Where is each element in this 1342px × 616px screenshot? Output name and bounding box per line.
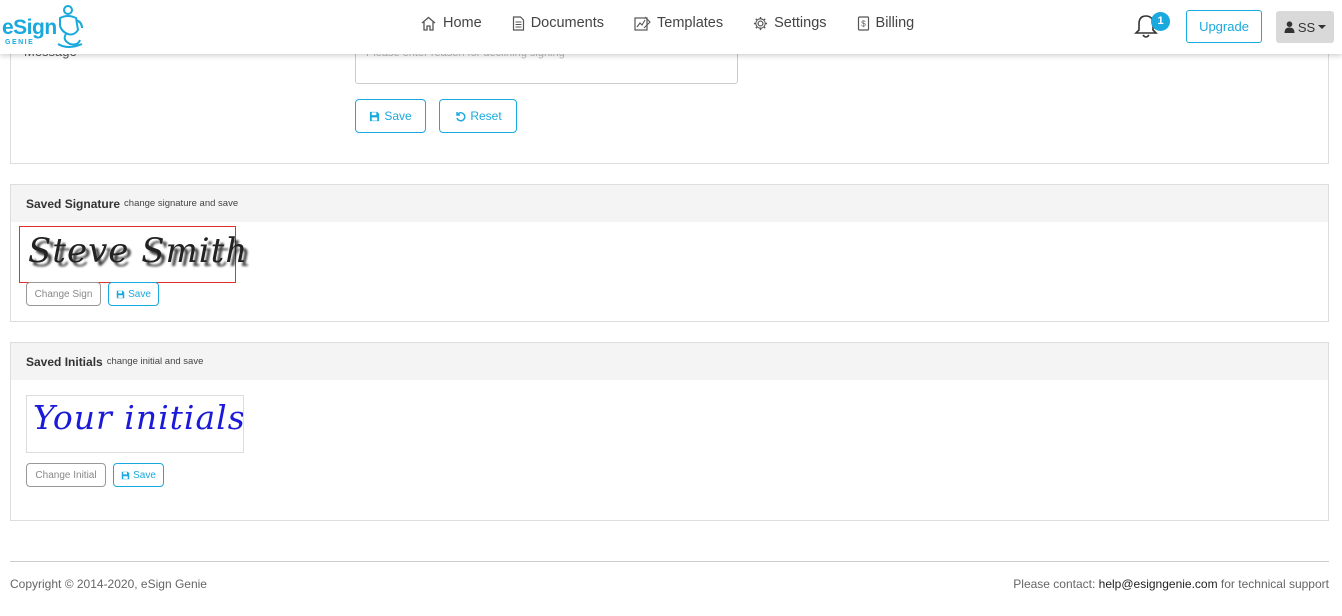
nav-templates[interactable]: Templates <box>634 15 723 31</box>
main-nav: Home Documents Templates Settings $ Bill… <box>420 0 944 46</box>
saved-initials-title: Saved Initials <box>26 354 103 369</box>
chevron-down-icon <box>1318 25 1327 29</box>
nav-documents[interactable]: Documents <box>512 15 604 31</box>
logo-text: eSign <box>2 16 57 39</box>
signature-image-text: Steve Smith <box>28 231 249 271</box>
save-signature-button[interactable]: Save <box>108 282 159 306</box>
save-signature-label: Save <box>128 288 151 300</box>
saved-initials-card: Saved Initials change initial and save Y… <box>10 342 1329 521</box>
nav-settings[interactable]: Settings <box>753 15 827 31</box>
change-sign-button[interactable]: Change Sign <box>26 282 101 306</box>
save-message-button[interactable]: Save <box>355 99 426 133</box>
nav-documents-label: Documents <box>530 15 605 31</box>
signature-preview[interactable]: Steve Smith <box>19 226 247 283</box>
gear-icon <box>754 16 768 30</box>
upgrade-button[interactable]: Upgrade <box>1186 10 1262 43</box>
initials-image-text: Your initials <box>33 398 244 437</box>
saved-initials-header: Saved Initials change initial and save <box>11 343 1328 380</box>
footer-copyright: Copyright © 2014-2020, eSign Genie <box>10 577 207 591</box>
user-initials: SS <box>1297 19 1316 35</box>
nav-billing-label: Billing <box>875 15 915 31</box>
undo-icon <box>456 112 466 122</box>
floppy-disk-icon <box>370 111 380 121</box>
saved-initials-subtitle: change initial and save <box>106 356 204 367</box>
esign-genie-logo[interactable]: eSign GENIE <box>2 4 86 50</box>
top-navbar: eSign GENIE Home Documents Templates Set… <box>0 0 1342 54</box>
change-initial-button[interactable]: Change Initial <box>26 463 106 487</box>
save-message-label: Save <box>384 109 412 123</box>
support-email-link[interactable]: help@esigngenie.com <box>1099 577 1218 591</box>
home-icon <box>421 16 436 31</box>
footer-contact-suffix: for technical support <box>1217 577 1329 591</box>
nav-home[interactable]: Home <box>420 15 482 31</box>
nav-billing[interactable]: $ Billing <box>857 15 915 31</box>
user-menu-button[interactable]: SS <box>1276 11 1334 43</box>
footer-contact: Please contact: help@esigngenie.com for … <box>1013 577 1329 591</box>
reset-button[interactable]: Reset <box>439 99 517 133</box>
notification-badge: 1 <box>1151 12 1170 31</box>
reset-label: Reset <box>470 109 502 123</box>
svg-text:$: $ <box>861 19 866 28</box>
user-icon <box>1284 21 1295 33</box>
save-initial-label: Save <box>133 469 156 481</box>
initials-preview[interactable]: Your initials <box>26 395 244 453</box>
templates-icon <box>634 16 651 31</box>
nav-settings-label: Settings <box>774 15 827 31</box>
logo-subtext: GENIE <box>5 39 35 46</box>
floppy-disk-icon <box>121 471 130 479</box>
footer-divider <box>10 561 1329 562</box>
saved-signature-title: Saved Signature <box>26 196 121 211</box>
save-initial-button[interactable]: Save <box>113 463 164 487</box>
document-icon <box>512 15 524 31</box>
saved-signature-card: Saved Signature change signature and sav… <box>10 184 1329 322</box>
nav-home-label: Home <box>443 15 482 31</box>
genie-mascot-icon <box>57 5 83 48</box>
floppy-disk-icon <box>116 290 125 298</box>
footer-contact-prefix: Please contact: <box>1013 577 1099 591</box>
saved-signature-header: Saved Signature change signature and sav… <box>11 185 1328 222</box>
nav-templates-label: Templates <box>657 15 724 31</box>
billing-icon: $ <box>857 15 869 31</box>
saved-signature-subtitle: change signature and save <box>124 198 239 209</box>
